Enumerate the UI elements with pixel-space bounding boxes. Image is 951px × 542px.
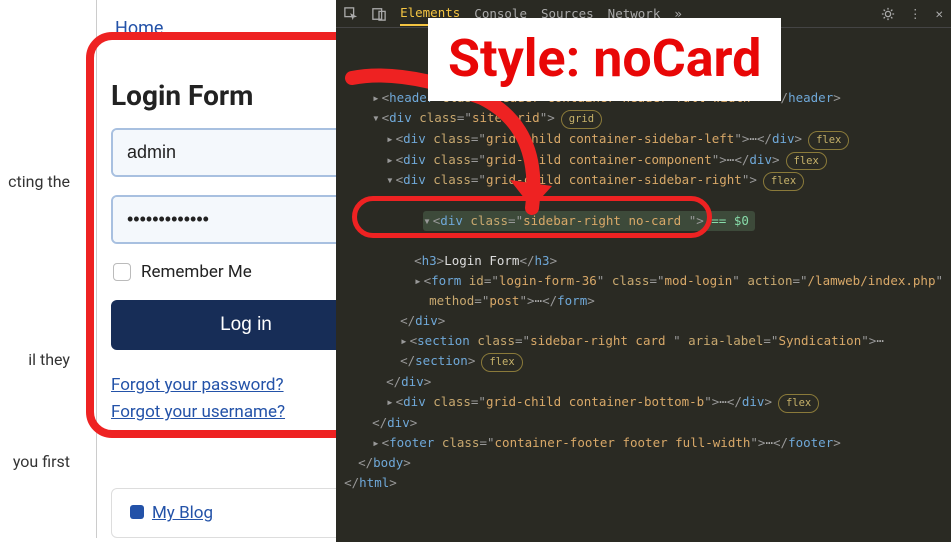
remember-me-label: Remember Me <box>141 262 252 282</box>
gear-icon[interactable] <box>881 7 895 21</box>
rss-icon <box>130 505 144 519</box>
page-text-fragment: cting the <box>0 172 70 191</box>
selected-dom-node[interactable]: ▾<div class="sidebar-right no-card "> ==… <box>423 211 755 231</box>
username-input[interactable] <box>113 130 373 175</box>
page-text-fragment: il they <box>0 350 70 369</box>
inspect-icon[interactable] <box>344 7 358 21</box>
annotation-label: Style: noCard <box>428 18 781 101</box>
device-icon[interactable] <box>372 7 386 21</box>
my-blog-link[interactable]: My Blog <box>152 503 213 523</box>
remember-me-checkbox[interactable] <box>113 263 131 281</box>
page-text-fragment: you first <box>0 452 70 471</box>
kebab-icon[interactable]: ⋮ <box>909 6 922 21</box>
password-input[interactable] <box>113 197 373 242</box>
close-devtools-icon[interactable]: ✕ <box>935 6 943 21</box>
